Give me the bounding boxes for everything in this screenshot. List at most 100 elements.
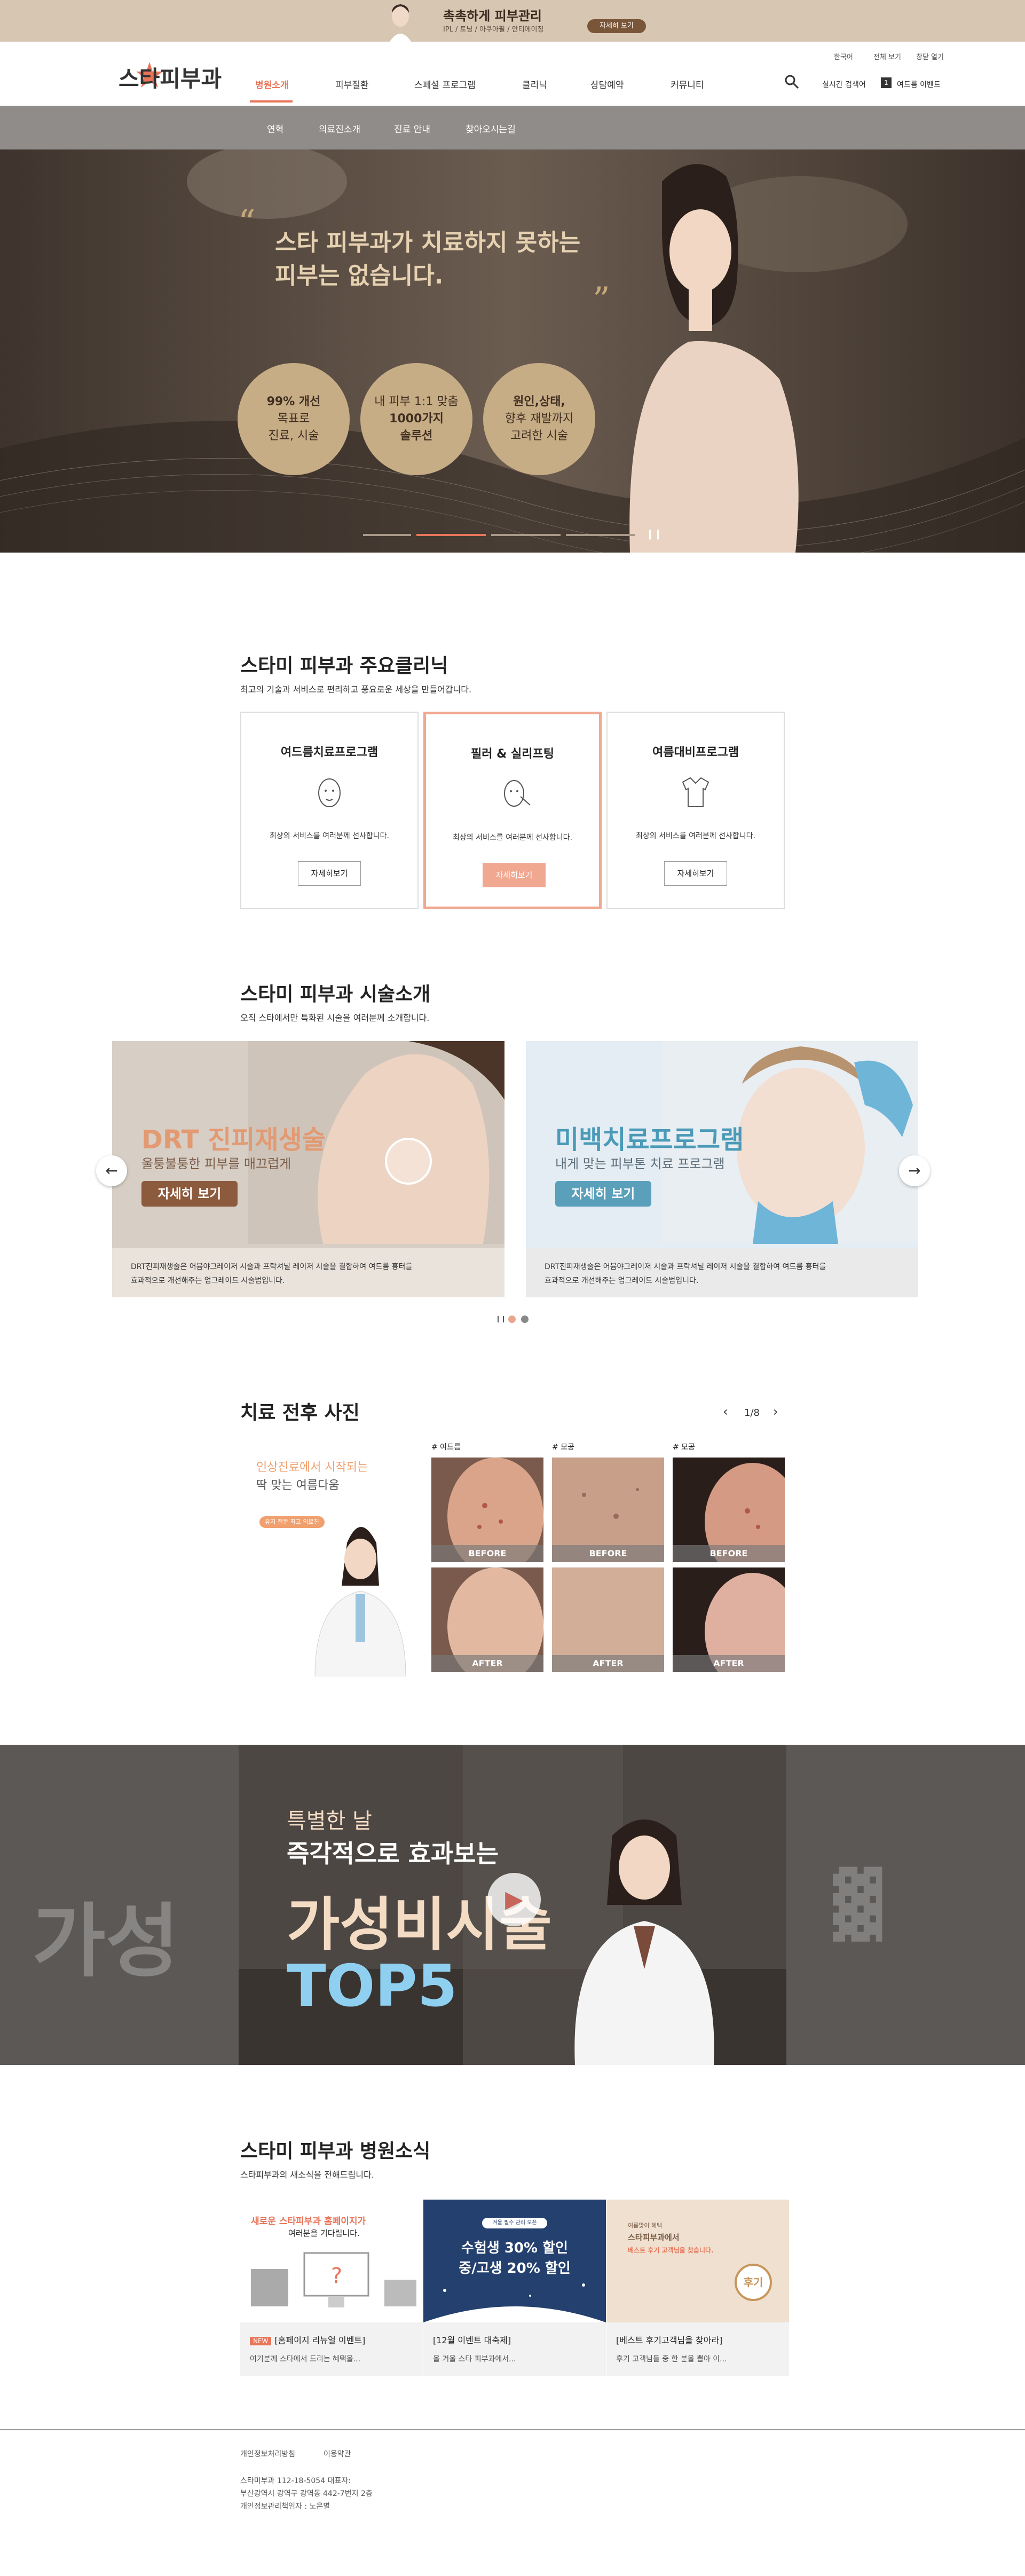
promo-detail-button[interactable]: 자세히 보기 [587,19,646,33]
hero-feature-circle: 원인,상태, 향후 재발까지 고려한 시술 [483,363,595,475]
face-acne-icon [318,778,341,807]
clinic-card-filler[interactable]: 필러 & 실리프팅 최상의 서비스를 여러분께 선사합니다. 자세히보기 [423,712,602,909]
slider-next-arrow-icon[interactable]: → [899,1155,930,1186]
clinic-detail-button[interactable]: 자세히보기 [664,861,727,886]
circle-line: 진료, 시술 [268,429,319,443]
news-card-desc: 올 겨울 스타 피부과에서... [433,2355,516,2364]
footer-link-terms[interactable]: 이용약관 [324,2448,351,2459]
video-line-1: 특별한 날 [287,1809,372,1833]
after-photo[interactable]: AFTER [552,1567,664,1672]
svg-text:?: ? [331,2264,342,2288]
slider-dot-active[interactable] [508,1315,516,1323]
clinic-card-desc: 최상의 서비스를 여러분께 선사합니다. [270,832,389,840]
footer-info-line: 개인정보관리책임자 : 노은별 [240,2502,330,2511]
util-link-korean[interactable]: 한국어 [834,51,853,61]
next-page-icon[interactable]: › [773,1404,778,1419]
after-photo[interactable]: AFTER [431,1567,543,1672]
subnav-history[interactable]: 연혁 [267,122,283,135]
news-card[interactable]: 여름맞이 혜택 스타피부과에서 베스트 후기 고객님을 찾습니다. 후기 [베스… [606,2200,789,2376]
nav-item-skin-disease[interactable]: 피부질환 [335,77,369,91]
snow-illustration [423,2283,606,2322]
news-image: 겨울 필수 관리 오픈 수험생 30% 할인 중/고생 20% 할인 [423,2200,606,2322]
nav-item-reservation[interactable]: 상담예약 [590,77,624,91]
clinic-card-desc: 최상의 서비스를 여러분께 선사합니다. [453,833,572,842]
slider-pause-icon[interactable]: ❙❙ [495,1315,506,1322]
acne-event-link[interactable]: 여드름 이벤트 [897,79,941,90]
clinic-card-desc: 최상의 서비스를 여러분께 선사합니다. [636,832,755,840]
news-card-desc: 후기 고객님들 중 한 분을 뽑아 이... [616,2355,727,2364]
before-photo[interactable]: BEFORE [431,1458,543,1562]
treatments-title: 스타미 피부과 시술소개 [240,983,431,1005]
before-label: BEFORE [673,1545,785,1562]
shirt-icon [682,777,709,807]
promo-woman-image [390,4,411,42]
footer-info-line: 부산광역시 광역구 광역동 442-7번지 2층 [240,2490,373,2498]
before-after-promo: 인상진료에서 시작되는 딱 맞는 여름다움 유지 전문 최고 의료진 [240,1441,422,1676]
treatment-detail-button[interactable]: 자세히 보기 [141,1181,238,1207]
prev-page-icon[interactable]: ‹ [723,1404,728,1419]
clinic-card-title: 여드름치료프로그램 [280,746,379,759]
slide-indicator[interactable] [363,534,411,536]
news-card-title: [홈페이지 리뉴얼 이벤트] [274,2335,366,2345]
treatment-desc: DRT진피재생술은 어븀야그레이저 시술과 프락셔널 레이저 시술을 결합하여 … [112,1248,504,1297]
nav-item-about[interactable]: 병원소개 [255,77,289,91]
search-icon[interactable] [784,74,800,90]
subnav-doctors[interactable]: 의료진소개 [319,122,360,135]
nav-item-clinic[interactable]: 클리닉 [522,77,547,91]
util-link-view-all[interactable]: 전체 보기 [873,51,901,61]
treatment-detail-button[interactable]: 자세히 보기 [555,1181,651,1207]
clinic-card-acne[interactable]: 여드름치료프로그램 최상의 서비스를 여러분께 선사합니다. 자세히보기 [240,712,419,909]
nav-item-special-program[interactable]: 스페셜 프로그램 [414,77,476,91]
clinic-detail-button[interactable]: 자세히보기 [298,861,361,886]
footer-link-privacy[interactable]: 개인정보처리방침 [240,2448,295,2459]
subnav-location[interactable]: 찾아오시는길 [466,122,516,135]
treatment-subtitle: 울퉁불퉁한 피부를 매끄럽게 [141,1156,291,1171]
footer-info-line: 스타미부과 112-18-5054 대표자: [240,2477,351,2485]
before-photo[interactable]: BEFORE [552,1458,664,1562]
news-info: [12월 이벤트 대축제] 올 겨울 스타 피부과에서... [423,2322,606,2376]
ba-tag: # 모공 [552,1443,574,1452]
realtime-search-link[interactable]: 실시간 검색어 [822,79,866,90]
logo-text[interactable]: 스타피부과 [119,61,222,93]
slide-indicator[interactable] [566,534,635,536]
news-card[interactable]: 새로운 스타피부과 홈페이지가 여러분을 기다립니다. ? NEW [홈페이지 리… [240,2200,423,2376]
treatment-desc-line: DRT진피재생술은 어븀야그레이저 시술과 프락셔널 레이저 시술을 결합하여 … [131,1263,413,1271]
subnav-guide[interactable]: 진료 안내 [394,122,430,135]
clinic-card-summer[interactable]: 여름대비프로그램 최상의 서비스를 여러분께 선사합니다. 자세히보기 [606,712,785,909]
play-icon[interactable]: ▶ [487,1873,541,1926]
video-line-4: TOP5 [287,1953,458,2020]
news-title-row: NEW [홈페이지 리뉴얼 이벤트] [250,2333,413,2346]
news-card[interactable]: 겨울 필수 관리 오픈 수험생 30% 할인 중/고생 20% 할인 [12월 … [423,2200,606,2376]
news-image-line: 베스트 후기 고객님을 찾습니다. [628,2247,714,2254]
slide-indicator-active[interactable] [416,534,486,536]
news-image-line: 겨울 필수 관리 오픈 [482,2218,547,2228]
hero-headline-1: 스타 피부과가 치료하지 못하는 [275,229,581,256]
after-label: AFTER [431,1655,543,1672]
svg-text:▓: ▓ [833,1866,882,1942]
news-card-desc: 여기분께 스타에서 드리는 혜택을... [250,2355,361,2364]
ba-tag: # 모공 [673,1443,695,1452]
treatment-card-drt[interactable]: DRT 진피재생술 울퉁불퉁한 피부를 매끄럽게 자세히 보기 DRT진피재생술… [112,1041,504,1297]
before-label: BEFORE [552,1545,664,1562]
circle-line: 목표로 [277,412,310,426]
treatment-card-whitening[interactable]: 미백치료프로그램 내게 맞는 피부톤 치료 프로그램 자세히 보기 DRT진피재… [526,1041,918,1297]
pause-icon[interactable]: ❙❙ [646,529,662,540]
footer-divider [0,2429,1025,2430]
promo-line-2: 딱 맞는 여름다움 [256,1479,340,1492]
video-player[interactable]: 특별한 날 즉각적으로 효과보는 가성비시술 TOP5 ▶ [239,1745,786,2065]
slider-prev-arrow-icon[interactable]: ← [96,1155,127,1186]
clinic-detail-button[interactable]: 자세히보기 [483,863,546,887]
clinics-title: 스타미 피부과 주요클리닉 [240,655,448,677]
after-label: AFTER [673,1655,785,1672]
ba-tag: # 여드름 [431,1443,461,1452]
computer-illustration: ? [251,2252,416,2307]
util-link-close[interactable]: 창닫 열기 [916,51,944,61]
clinics-desc: 최고의 기술과 서비스로 편리하고 풍요로운 세상을 만들어갑니다. [240,684,472,695]
slide-indicator[interactable] [491,534,561,536]
news-image-line: 수험생 30% 할인 [461,2240,568,2256]
after-photo[interactable]: AFTER [673,1567,785,1672]
nav-item-community[interactable]: 커뮤니티 [671,77,704,91]
before-photo[interactable]: BEFORE [673,1458,785,1562]
circle-line: 향후 재발까지 [504,412,574,426]
slider-dot[interactable] [521,1315,529,1323]
